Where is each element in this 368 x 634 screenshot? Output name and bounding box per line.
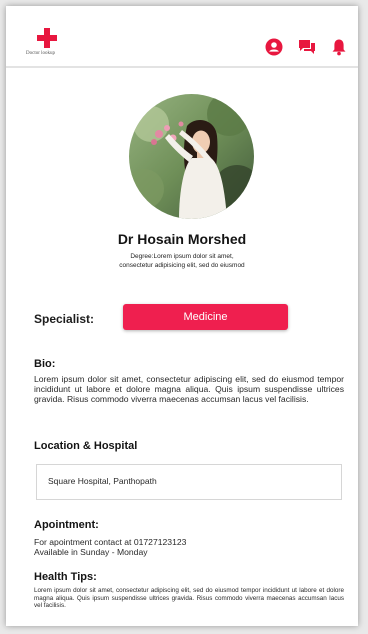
app-screen: Doctor lookup Dr Hosain Morshed Degree:L… <box>6 6 358 626</box>
appointment-heading: Apointment: <box>34 519 99 531</box>
medical-cross-icon <box>37 28 57 48</box>
doctor-avatar <box>129 94 254 219</box>
account-icon[interactable] <box>265 38 283 56</box>
bio-text: Lorem ipsum dolor sit amet, consectetur … <box>34 374 344 404</box>
specialist-medicine-button[interactable]: Medicine <box>123 304 288 330</box>
health-tips-text: Lorem ipsum dolor sit amet, consectetur … <box>34 587 344 610</box>
appointment-contact: For apointment contact at 01727123123 <box>34 537 187 547</box>
location-heading: Location & Hospital <box>34 440 138 452</box>
degree-line: consectetur adipisicing elit, sed do eiu… <box>119 262 245 269</box>
app-header: Doctor lookup <box>6 6 358 68</box>
location-value: Square Hospital, Panthopath <box>48 476 157 486</box>
logo-text: Doctor lookup <box>26 51 56 56</box>
bio-heading: Bio: <box>34 358 56 370</box>
chat-icon[interactable] <box>298 38 316 56</box>
bell-icon[interactable] <box>330 38 348 56</box>
appointment-availability: Available in Sunday - Monday <box>34 547 148 557</box>
app-logo[interactable]: Doctor lookup <box>26 28 74 56</box>
appointment-info: For apointment contact at 01727123123 Av… <box>34 537 186 557</box>
doctor-degree: Degree:Lorem ipsum dolor sit amet, conse… <box>96 252 268 270</box>
degree-line: Degree:Lorem ipsum dolor sit amet, <box>130 253 234 260</box>
location-field[interactable]: Square Hospital, Panthopath <box>36 464 342 500</box>
health-tips-heading: Health Tips: <box>34 571 97 583</box>
specialist-label: Specialist: <box>34 312 95 326</box>
doctor-name: Dr Hosain Morshed <box>117 231 247 247</box>
